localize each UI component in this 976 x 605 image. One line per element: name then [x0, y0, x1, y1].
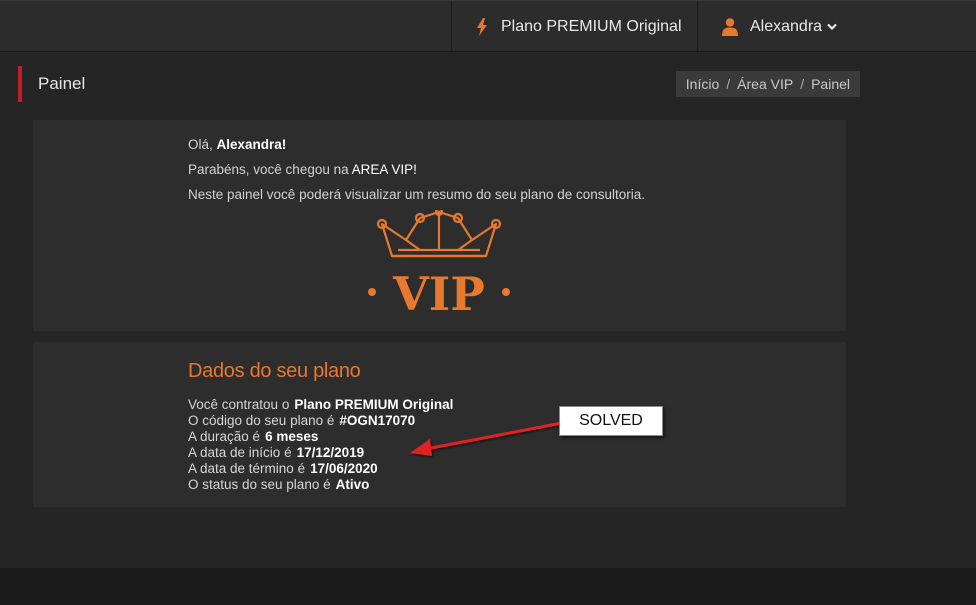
plan-menu-label: Plano PREMIUM Original: [501, 18, 682, 35]
plan-row-label: A data de término é: [188, 461, 306, 476]
breadcrumb-current: Painel: [811, 76, 850, 92]
accent-bar: [18, 66, 22, 102]
welcome-line: Parabéns, você chegou na AREA VIP!: [188, 161, 645, 186]
plan-row-label: A duração é: [188, 429, 261, 444]
plan-row-label: O código do seu plano é: [188, 413, 335, 428]
breadcrumb-separator: /: [726, 76, 731, 92]
panel-description: Neste painel você poderá visualizar um r…: [188, 187, 646, 202]
greeting-prefix: Olá,: [188, 137, 213, 152]
plan-row-label: Você contratou o: [188, 397, 290, 412]
user-name: Alexandra: [750, 18, 823, 35]
user-icon: [722, 18, 738, 36]
greeting-name: Alexandra!: [216, 137, 287, 152]
plan-status-value: Ativo: [335, 477, 370, 492]
breadcrumb-area-vip[interactable]: Área VIP: [737, 76, 793, 92]
welcome-panel: Olá, Alexandra! Parabéns, você chegou na…: [33, 120, 846, 331]
plan-name-value: Plano PREMIUM Original: [294, 397, 454, 412]
page-header: Painel Início / Área VIP / Painel: [18, 66, 860, 102]
area-vip-highlight: AREA VIP!: [351, 162, 417, 177]
plan-row: A data de término é 17/06/2020: [188, 461, 453, 477]
plan-end-date-value: 17/06/2020: [310, 461, 378, 476]
vip-logo-text: VIP: [392, 267, 485, 314]
plan-duration-value: 6 meses: [265, 429, 319, 444]
page-title: Painel: [38, 74, 86, 93]
greeting-line: Olá, Alexandra!: [188, 136, 645, 161]
plan-menu[interactable]: Plano PREMIUM Original: [451, 1, 697, 53]
solved-annotation: SOLVED: [559, 406, 663, 436]
breadcrumb-separator: /: [800, 76, 805, 92]
footer: [0, 568, 976, 605]
breadcrumb: Início / Área VIP / Painel: [675, 71, 860, 97]
top-navbar: Plano PREMIUM Original Alexandra: [0, 0, 976, 53]
chevron-down-icon: [827, 23, 837, 31]
vip-crown-logo: VIP: [368, 210, 510, 314]
annotation-arrow: [410, 421, 563, 456]
plan-row: O status do seu plano é Ativo: [188, 477, 453, 493]
bolt-icon: [477, 18, 487, 36]
plan-row-label: A data de início é: [188, 445, 292, 460]
welcome-prefix: Parabéns, você chegou na: [188, 162, 349, 177]
user-menu[interactable]: Alexandra: [697, 1, 976, 53]
plan-title: Dados do seu plano: [188, 360, 361, 382]
breadcrumb-home[interactable]: Início: [686, 76, 719, 92]
plan-row-label: O status do seu plano é: [188, 477, 331, 492]
plan-start-date-value: 17/12/2019: [296, 445, 365, 460]
plan-row: Você contratou o Plano PREMIUM Original: [188, 397, 453, 413]
